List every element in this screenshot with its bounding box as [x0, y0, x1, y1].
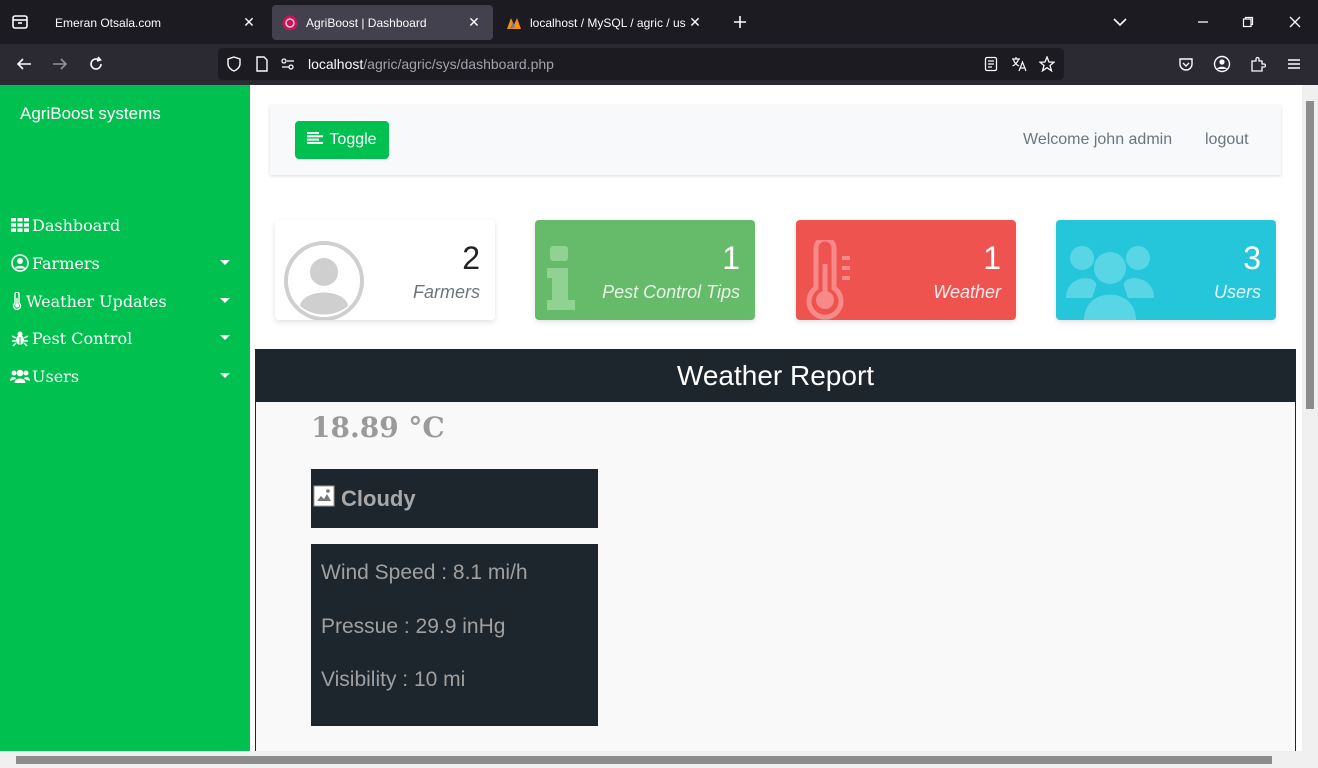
sidebar-item-label: Weather Updates: [26, 291, 167, 311]
grid-icon: [10, 215, 30, 235]
browser-navigation-bar: localhost/agric/agric/sys/dashboard.php: [0, 44, 1318, 85]
weather-report-title: Weather Report: [256, 350, 1295, 402]
sidebar-item-label: Pest Control: [32, 328, 133, 348]
condition-text: Cloudy: [341, 485, 416, 511]
restore-icon[interactable]: [1228, 0, 1268, 44]
bookmark-star-icon[interactable]: [1038, 55, 1056, 77]
forward-arrow-icon[interactable]: [44, 48, 76, 80]
hamburger-menu-icon[interactable]: [1278, 48, 1310, 80]
sidebar-item-label: Dashboard: [32, 215, 121, 235]
tab-phpmyadmin[interactable]: localhost / MySQL / agric / users ✕: [496, 5, 714, 40]
horizontal-scrollbar[interactable]: [0, 751, 1302, 768]
logout-link[interactable]: logout: [1205, 131, 1249, 149]
caret-down-icon[interactable]: [220, 298, 230, 303]
tab-title: localhost / MySQL / agric / users: [530, 15, 686, 30]
vertical-scroll-thumb[interactable]: [1306, 101, 1314, 409]
weather-report-panel: Weather Report 18.89 °C Cloudy Wind Spee…: [255, 349, 1296, 768]
close-window-icon[interactable]: [1275, 0, 1315, 44]
welcome-link[interactable]: Welcome john admin: [1023, 131, 1172, 149]
stat-card-pest-control[interactable]: 1 Pest Control Tips: [535, 220, 755, 320]
sidebar-item-dashboard[interactable]: Dashboard: [10, 210, 240, 240]
account-icon[interactable]: [1206, 48, 1238, 80]
sidebar: AgriBoost systems Dashboard Farmers Weat…: [0, 85, 250, 751]
sidebar-item-users[interactable]: Users: [10, 361, 240, 391]
translate-icon[interactable]: [1011, 56, 1027, 77]
close-icon[interactable]: ✕: [686, 14, 704, 31]
pressure: Pressue : 29.9 inHg: [321, 615, 506, 638]
top-navbar: Toggle Welcome john admin logout: [270, 105, 1281, 175]
thermometer-icon: [806, 240, 850, 320]
users-icon: [1066, 246, 1154, 320]
temperature-value: 18.89 °C: [311, 411, 445, 444]
minimize-icon[interactable]: [1183, 0, 1223, 44]
stat-card-users[interactable]: 3 Users: [1056, 220, 1276, 320]
horizontal-scroll-thumb[interactable]: [16, 756, 1272, 764]
visibility: Visibility : 10 mi: [321, 668, 466, 691]
vertical-scrollbar[interactable]: [1302, 85, 1318, 768]
agriboost-favicon-icon: [282, 15, 298, 30]
card-label: Weather: [933, 282, 1001, 302]
card-count: 1: [722, 240, 740, 276]
browser-tab-bar: Emeran Otsala.com ✕ AgriBoost | Dashboar…: [0, 0, 1318, 44]
caret-down-icon[interactable]: [220, 335, 230, 340]
card-count: 2: [462, 240, 480, 276]
user-circle-icon: [10, 253, 30, 273]
caret-down-icon[interactable]: [220, 373, 230, 378]
list-all-tabs-icon[interactable]: [1100, 0, 1140, 44]
new-tab-icon[interactable]: [720, 0, 760, 44]
close-icon[interactable]: ✕: [465, 14, 483, 31]
card-count: 1: [983, 240, 1001, 276]
page-icon[interactable]: [254, 56, 270, 77]
permissions-icon[interactable]: [280, 56, 296, 77]
tab-emeran[interactable]: Emeran Otsala.com ✕: [43, 5, 268, 40]
pocket-icon[interactable]: [1170, 48, 1202, 80]
tab-overview-icon[interactable]: [0, 0, 40, 44]
stat-card-farmers[interactable]: 2 Farmers: [275, 220, 495, 320]
thermometer-icon: [10, 291, 24, 311]
user-avatar-icon: [284, 241, 364, 320]
sidebar-item-weather-updates[interactable]: Weather Updates: [10, 286, 240, 316]
users-icon: [10, 366, 30, 386]
url-text[interactable]: localhost/agric/agric/sys/dashboard.php: [308, 56, 554, 72]
main-content: Toggle Welcome john admin logout 2 Farme…: [250, 85, 1302, 768]
reader-view-icon[interactable]: [983, 56, 999, 77]
back-arrow-icon[interactable]: [8, 48, 40, 80]
bug-icon: [10, 328, 30, 348]
weather-stats-box: Wind Speed : 8.1 mi/h Pressue : 29.9 inH…: [311, 544, 598, 726]
close-icon[interactable]: ✕: [240, 14, 258, 31]
url-path: /agric/agric/sys/dashboard.php: [363, 56, 554, 72]
sidebar-item-label: Farmers: [32, 253, 100, 273]
tab-title: AgriBoost | Dashboard: [306, 15, 427, 30]
sidebar-item-label: Users: [32, 366, 80, 386]
card-label: Users: [1213, 282, 1261, 302]
align-left-icon: [307, 131, 324, 149]
card-label: Pest Control Tips: [602, 282, 740, 302]
caret-down-icon[interactable]: [220, 260, 230, 265]
page-viewport: AgriBoost systems Dashboard Farmers Weat…: [0, 85, 1318, 768]
phpmyadmin-favicon-icon: [507, 17, 521, 29]
url-bar[interactable]: localhost/agric/agric/sys/dashboard.php: [218, 48, 1064, 80]
tab-agriboost[interactable]: AgriBoost | Dashboard ✕: [272, 5, 493, 40]
tab-title: Emeran Otsala.com: [55, 15, 162, 30]
url-host: localhost: [308, 56, 364, 72]
sidebar-item-pest-control[interactable]: Pest Control: [10, 323, 240, 353]
wind-speed: Wind Speed : 8.1 mi/h: [321, 561, 528, 584]
condition-box: Cloudy: [311, 469, 598, 528]
shield-icon[interactable]: [226, 56, 242, 77]
stat-card-weather[interactable]: 1 Weather: [796, 220, 1016, 320]
extensions-icon[interactable]: [1242, 48, 1274, 80]
toggle-sidebar-button[interactable]: Toggle: [295, 121, 389, 159]
reload-icon[interactable]: [80, 48, 112, 80]
info-icon: [547, 246, 575, 310]
broken-image-icon: [313, 485, 335, 512]
toggle-label: Toggle: [329, 131, 377, 148]
sidebar-item-farmers[interactable]: Farmers: [10, 248, 240, 278]
card-label: Farmers: [413, 282, 480, 302]
brand-title[interactable]: AgriBoost systems: [20, 104, 161, 124]
card-count: 3: [1243, 240, 1261, 276]
